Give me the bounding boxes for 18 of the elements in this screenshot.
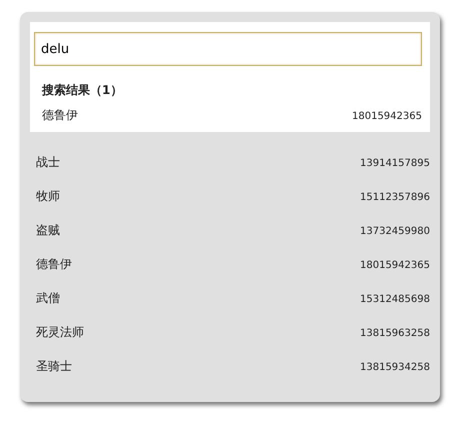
contact-name: 战士 [36,154,60,171]
phone-number: 13815934258 [360,362,430,373]
phone-number: 18015942365 [360,260,430,271]
contact-name: 德鲁伊 [42,107,78,124]
contact-name: 死灵法师 [36,324,84,341]
phone-number: 13732459980 [360,226,430,237]
contact-name: 圣骑士 [36,358,72,375]
contact-name: 盗贼 [36,222,60,239]
contact-name: 德鲁伊 [36,256,72,273]
search-field[interactable]: delu [34,32,422,66]
phone-number: 13815963258 [360,328,430,339]
contact-name: 武僧 [36,290,60,307]
contact-name: 牧师 [36,188,60,205]
results-heading: 搜索结果（1） [42,82,124,99]
phone-number: 13914157895 [360,158,430,169]
phone-number: 15112357896 [360,192,430,203]
phone-number: 15312485698 [360,294,430,305]
phone-number: 18015942365 [352,111,422,122]
